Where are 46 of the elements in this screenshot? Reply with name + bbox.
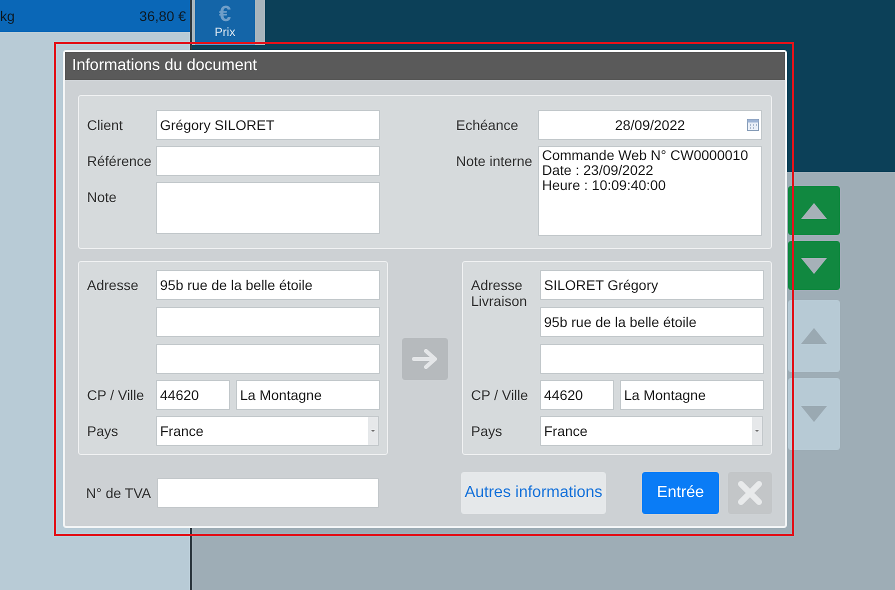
scroll-down-button[interactable]: [788, 241, 840, 290]
address-line-field[interactable]: [540, 344, 764, 374]
more-info-button[interactable]: Autres informations: [461, 472, 606, 514]
unit-text: kg: [0, 8, 15, 24]
field-label: Adresse Livraison: [471, 276, 528, 309]
field-label: CP / Ville: [471, 386, 530, 403]
triangle-up-icon: [800, 327, 828, 345]
date-field[interactable]: 28/09/2022: [538, 110, 762, 140]
triangle-down-icon: [800, 256, 828, 274]
copy-address-button[interactable]: [402, 338, 448, 380]
price-text: 36,80 €: [139, 8, 186, 24]
field-label: Note: [87, 188, 118, 205]
triangle-down-icon: [800, 405, 828, 423]
dialog-title: Informations du document: [65, 52, 785, 80]
address-line-field[interactable]: [156, 344, 380, 374]
enter-button[interactable]: Entrée: [642, 472, 719, 514]
field-label: Référence: [87, 152, 153, 169]
field-label: CP / Ville: [87, 386, 146, 403]
city-field[interactable]: La Montagne: [236, 380, 380, 410]
field-label: Note interne: [456, 152, 534, 169]
note-field[interactable]: [156, 182, 380, 234]
field-label: Adresse: [87, 276, 140, 293]
triangle-up-icon: [800, 202, 828, 220]
country-dropdown[interactable]: France: [540, 416, 763, 446]
field-label: Pays: [87, 422, 120, 439]
vat-field[interactable]: [157, 478, 379, 508]
price-button[interactable]: € Prix: [195, 0, 255, 45]
reference-field[interactable]: [156, 146, 380, 176]
arrow-right-icon: [412, 349, 438, 369]
scroll-up-button[interactable]: [788, 186, 840, 235]
field-label: Echéance: [456, 116, 520, 133]
field-label: Pays: [471, 422, 504, 439]
city-field[interactable]: La Montagne: [620, 380, 764, 410]
address-line-field[interactable]: 95b rue de la belle étoile: [540, 307, 764, 337]
field-label: Client: [87, 116, 124, 133]
country-dropdown[interactable]: France: [156, 416, 379, 446]
close-icon: [737, 480, 763, 506]
calendar-icon[interactable]: [747, 119, 759, 131]
postcode-field[interactable]: 44620: [540, 380, 614, 410]
postcode-field[interactable]: 44620: [156, 380, 230, 410]
address-line-field[interactable]: 95b rue de la belle étoile: [156, 270, 380, 300]
field-label: N° de TVA: [85, 485, 152, 501]
internal-note-field[interactable]: Commande Web N° CW0000010 Date : 23/09/2022 Heure : 10:09:40:00: [538, 146, 762, 236]
address-line-field[interactable]: SILORET Grégory: [540, 270, 764, 300]
address-line-field[interactable]: [156, 307, 380, 337]
client-field[interactable]: Grégory SILORET: [156, 110, 380, 140]
